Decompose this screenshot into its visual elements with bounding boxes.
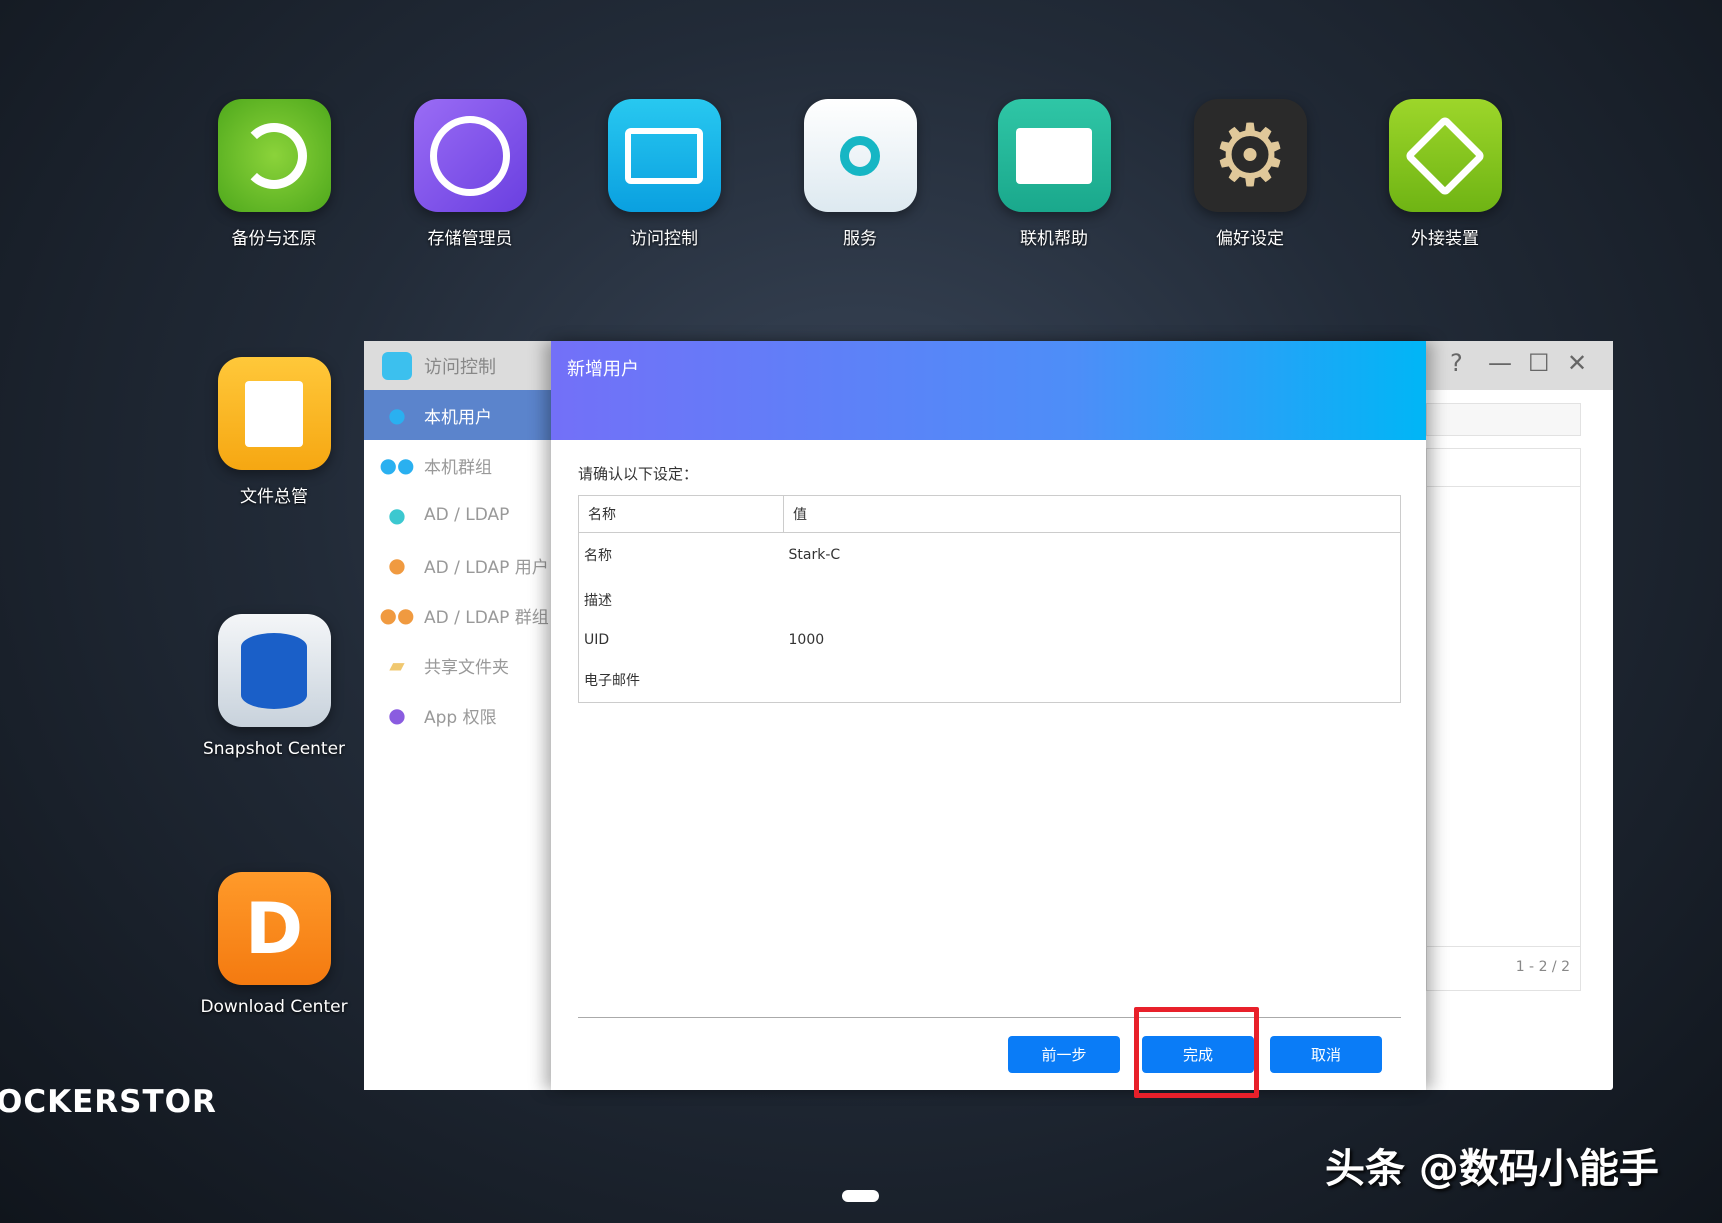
- storage-manager-icon: [414, 99, 527, 212]
- home-indicator[interactable]: [842, 1190, 879, 1202]
- sidebar-item-label: 本机群组: [424, 453, 492, 478]
- preferences-gear-icon: ⚙: [1194, 99, 1307, 212]
- highlight-box: [1134, 1007, 1259, 1098]
- app-snapshot-center[interactable]: Snapshot Center: [194, 614, 354, 759]
- app-label: 联机帮助: [974, 224, 1134, 249]
- dialog-title: 新增用户: [567, 359, 639, 380]
- app-file-manager[interactable]: 文件总管: [194, 357, 354, 507]
- app-label: Download Center: [194, 997, 354, 1017]
- folder-icon: ▰: [382, 652, 412, 678]
- sidebar: 访问控制 ● 本机用户 ●● 本机群组 ● AD / LDAP ● AD / LDAP …: [364, 341, 551, 1090]
- table-row: 名称Stark-C: [579, 533, 1401, 578]
- user-icon: ●: [382, 402, 412, 428]
- user-icon: ●: [382, 552, 412, 578]
- dialog-header: 新增用户: [551, 341, 1426, 440]
- column-header: 名称: [579, 496, 784, 533]
- access-control-icon: [608, 99, 721, 212]
- table-row: 描述: [579, 578, 1401, 622]
- sidebar-item-local-groups[interactable]: ●● 本机群组: [364, 440, 551, 490]
- access-control-icon: [382, 352, 412, 380]
- sidebar-header: 访问控制: [364, 341, 551, 390]
- close-icon[interactable]: ✕: [1567, 349, 1587, 377]
- divider: [578, 1017, 1401, 1018]
- app-icon: ●: [382, 702, 412, 728]
- snapshot-center-icon: [218, 614, 331, 727]
- app-storage-manager[interactable]: 存储管理员: [390, 99, 550, 249]
- add-user-dialog: 新增用户 请确认以下设定： 名称 值 名称Stark-C 描述 UID1000 …: [551, 341, 1426, 1090]
- services-icon: [804, 99, 917, 212]
- maximize-icon[interactable]: ☐: [1528, 349, 1550, 377]
- sidebar-item-local-users[interactable]: ● 本机用户: [364, 390, 551, 440]
- app-label: 备份与还原: [194, 224, 354, 249]
- brand-logo: OCKERSTOR: [0, 1084, 217, 1120]
- settings-table: 名称 值 名称Stark-C 描述 UID1000 电子邮件: [578, 495, 1401, 703]
- search-input[interactable]: [1426, 403, 1581, 436]
- sidebar-item-app-permissions[interactable]: ● App 权限: [364, 690, 551, 740]
- user-list: 1 - 2 / 2: [1426, 448, 1581, 991]
- row-name: 名称: [579, 533, 784, 578]
- row-value: Stark-C: [784, 533, 1401, 578]
- back-button[interactable]: 前一步: [1008, 1036, 1120, 1073]
- watermark: 头条 @数码小能手: [1325, 1136, 1659, 1194]
- app-label: Snapshot Center: [194, 739, 354, 759]
- app-external-devices[interactable]: 外接装置: [1365, 99, 1525, 249]
- sidebar-item-label: App 权限: [424, 703, 497, 728]
- table-row: UID1000: [579, 622, 1401, 657]
- file-manager-icon: [218, 357, 331, 470]
- group-icon: ●●: [382, 602, 412, 628]
- row-name: 电子邮件: [579, 657, 784, 702]
- row-value: [784, 578, 1401, 622]
- column-header: 值: [784, 496, 1401, 533]
- confirm-prompt: 请确认以下设定：: [578, 463, 698, 484]
- external-devices-icon: [1389, 99, 1502, 212]
- sidebar-item-label: AD / LDAP 群组: [424, 603, 549, 628]
- app-label: 服务: [780, 224, 940, 249]
- download-center-icon: D: [218, 872, 331, 985]
- online-help-icon: [998, 99, 1111, 212]
- table-row: 电子邮件: [579, 657, 1401, 702]
- app-download-center[interactable]: D Download Center: [194, 872, 354, 1017]
- app-label: 外接装置: [1365, 224, 1525, 249]
- backup-restore-icon: [218, 99, 331, 212]
- pager: 1 - 2 / 2: [1427, 946, 1580, 990]
- app-label: 文件总管: [194, 482, 354, 507]
- sidebar-item-ad-ldap-groups[interactable]: ●● AD / LDAP 群组: [364, 590, 551, 640]
- minimize-icon[interactable]: —: [1488, 349, 1512, 377]
- sidebar-item-ad-ldap[interactable]: ● AD / LDAP: [364, 490, 551, 540]
- window-title: 访问控制: [424, 353, 496, 379]
- sidebar-item-ad-ldap-users[interactable]: ● AD / LDAP 用户: [364, 540, 551, 590]
- app-online-help[interactable]: 联机帮助: [974, 99, 1134, 249]
- row-name: UID: [579, 622, 784, 657]
- app-services[interactable]: 服务: [780, 99, 940, 249]
- key-icon: ●: [382, 502, 412, 528]
- app-label: 访问控制: [584, 224, 744, 249]
- app-access-control[interactable]: 访问控制: [584, 99, 744, 249]
- row-value: [784, 657, 1401, 702]
- group-icon: ●●: [382, 452, 412, 478]
- row-value: 1000: [784, 622, 1401, 657]
- sidebar-item-shared-folders[interactable]: ▰ 共享文件夹: [364, 640, 551, 690]
- sidebar-item-label: 共享文件夹: [424, 653, 509, 678]
- help-icon[interactable]: ?: [1450, 349, 1463, 377]
- sidebar-item-label: AD / LDAP: [424, 505, 509, 525]
- app-label: 偏好设定: [1170, 224, 1330, 249]
- sidebar-item-label: 本机用户: [424, 403, 492, 428]
- app-preferences[interactable]: ⚙ 偏好设定: [1170, 99, 1330, 249]
- app-backup-restore[interactable]: 备份与还原: [194, 99, 354, 249]
- table-header: 名称 值: [579, 496, 1401, 533]
- sidebar-item-label: AD / LDAP 用户: [424, 553, 549, 578]
- app-label: 存储管理员: [390, 224, 550, 249]
- cancel-button[interactable]: 取消: [1270, 1036, 1382, 1073]
- row-name: 描述: [579, 578, 784, 622]
